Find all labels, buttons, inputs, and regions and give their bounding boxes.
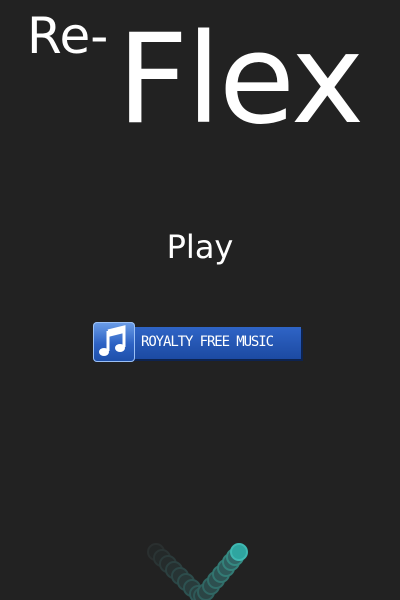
play-button[interactable]: Play	[150, 222, 250, 272]
game-title: Flex	[117, 8, 364, 152]
royalty-free-music-button[interactable]: ROYALTY FREE MUSIC	[93, 322, 301, 362]
game-title-prefix: Re-	[27, 7, 109, 65]
music-note-icon	[93, 322, 135, 362]
music-button-label: ROYALTY FREE MUSIC	[141, 334, 274, 350]
snake-trail	[147, 543, 248, 600]
snake-head	[230, 543, 248, 561]
game-screen: Re- Flex Play ROYALTY FREE MUSIC	[0, 0, 400, 600]
